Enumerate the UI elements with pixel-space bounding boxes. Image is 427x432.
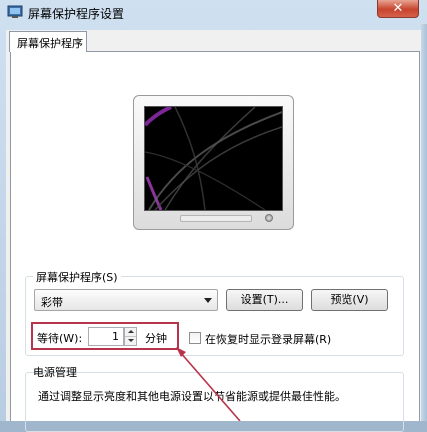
screensaver-selected-value: 彩带 bbox=[41, 296, 63, 309]
monitor-power-led-icon bbox=[265, 214, 273, 222]
screensaver-select[interactable]: 彩带 bbox=[34, 289, 218, 311]
monitor-app-icon bbox=[7, 5, 23, 18]
window-title: 屏幕保护程序设置 bbox=[28, 7, 125, 21]
monitor-base-slot bbox=[180, 215, 252, 222]
chevron-down-icon bbox=[204, 298, 212, 303]
title-bar[interactable]: 屏幕保护程序设置 ✕ bbox=[0, 0, 427, 24]
resume-logon-label[interactable]: 在恢复时显示登录屏幕(R) bbox=[205, 331, 331, 347]
tab-screensaver[interactable]: 屏幕保护程序 bbox=[9, 31, 87, 52]
screensaver-group-label: 屏幕保护程序(S) bbox=[33, 269, 121, 285]
power-management-label: 电源管理 bbox=[33, 366, 77, 379]
annotation-highlight-box bbox=[31, 322, 179, 350]
ribbons-preview-image bbox=[143, 105, 283, 211]
preview-button[interactable]: 预览(V) bbox=[311, 289, 388, 311]
screensaver-settings-window: 屏幕保护程序设置 ✕ 屏幕保护程序 屏幕保护程序(S) 彩带 设置(T)... … bbox=[0, 0, 427, 432]
tab-label: 屏幕保护程序 bbox=[17, 37, 83, 50]
preview-screen bbox=[143, 105, 283, 211]
close-button[interactable]: ✕ bbox=[377, 0, 419, 18]
power-management-description: 通过调整显示亮度和其他电源设置以节省能源或提供最佳性能。 bbox=[38, 390, 346, 403]
window-frame-edge bbox=[421, 24, 427, 421]
settings-button[interactable]: 设置(T)... bbox=[226, 289, 303, 311]
resume-logon-checkbox[interactable] bbox=[189, 332, 201, 344]
